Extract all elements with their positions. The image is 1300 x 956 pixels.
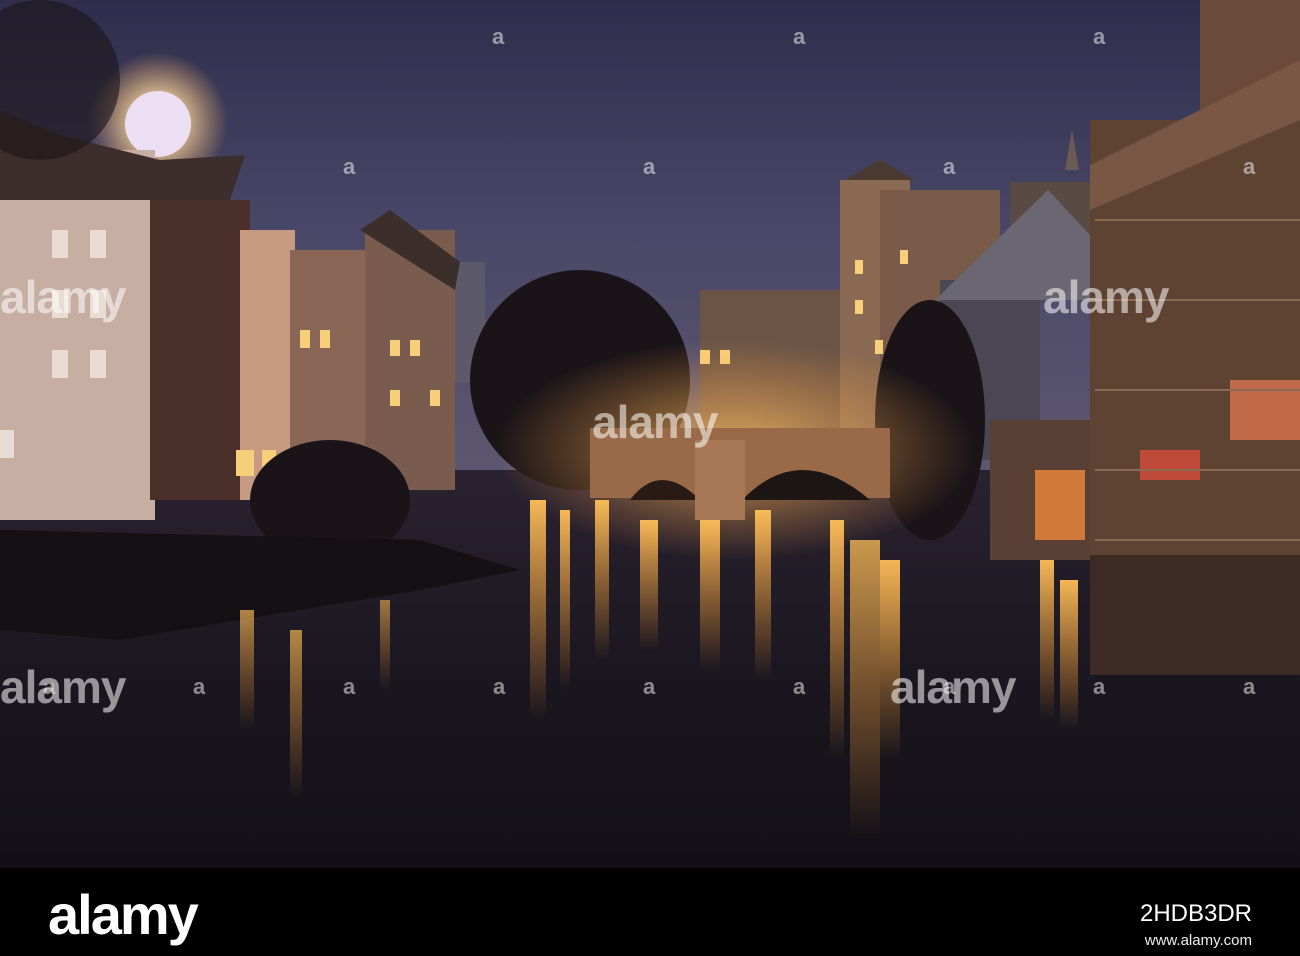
moon xyxy=(125,91,191,157)
watermark-left: alamy xyxy=(0,661,126,713)
watermark-mark: a xyxy=(793,674,805,699)
watermark-mark: a xyxy=(1243,674,1255,699)
watermark-mark: a xyxy=(343,154,355,179)
watermark-mark: a xyxy=(1093,674,1105,699)
watermark-mark: a xyxy=(493,674,505,699)
watermark-mark: a xyxy=(643,674,655,699)
watermark-upper-right: alamy xyxy=(1043,271,1169,323)
footer-logo: alamy xyxy=(48,883,199,946)
watermark-mark: a xyxy=(343,674,355,699)
watermark-mark: a xyxy=(943,154,955,179)
watermark-center: alamy xyxy=(592,396,718,448)
watermark-mark: a xyxy=(643,154,655,179)
watermark-mark: a xyxy=(492,24,504,49)
footer-bar: alamy 2HDB3DR www.alamy.com xyxy=(0,868,1300,956)
watermark-mark: a xyxy=(793,24,805,49)
watermark-upper-left: alamy xyxy=(0,271,126,323)
watermark-mark: a xyxy=(43,674,55,699)
footer-url: www.alamy.com xyxy=(1144,932,1252,949)
watermark-mark: a xyxy=(1093,24,1105,49)
photo: alamy alamy alamy alamy alamy a a a a a … xyxy=(0,0,1300,868)
watermark-mark: a xyxy=(943,674,955,699)
watermark-mark: a xyxy=(1243,154,1255,179)
watermark-mark: a xyxy=(193,674,205,699)
image-id: 2HDB3DR xyxy=(1139,900,1252,927)
